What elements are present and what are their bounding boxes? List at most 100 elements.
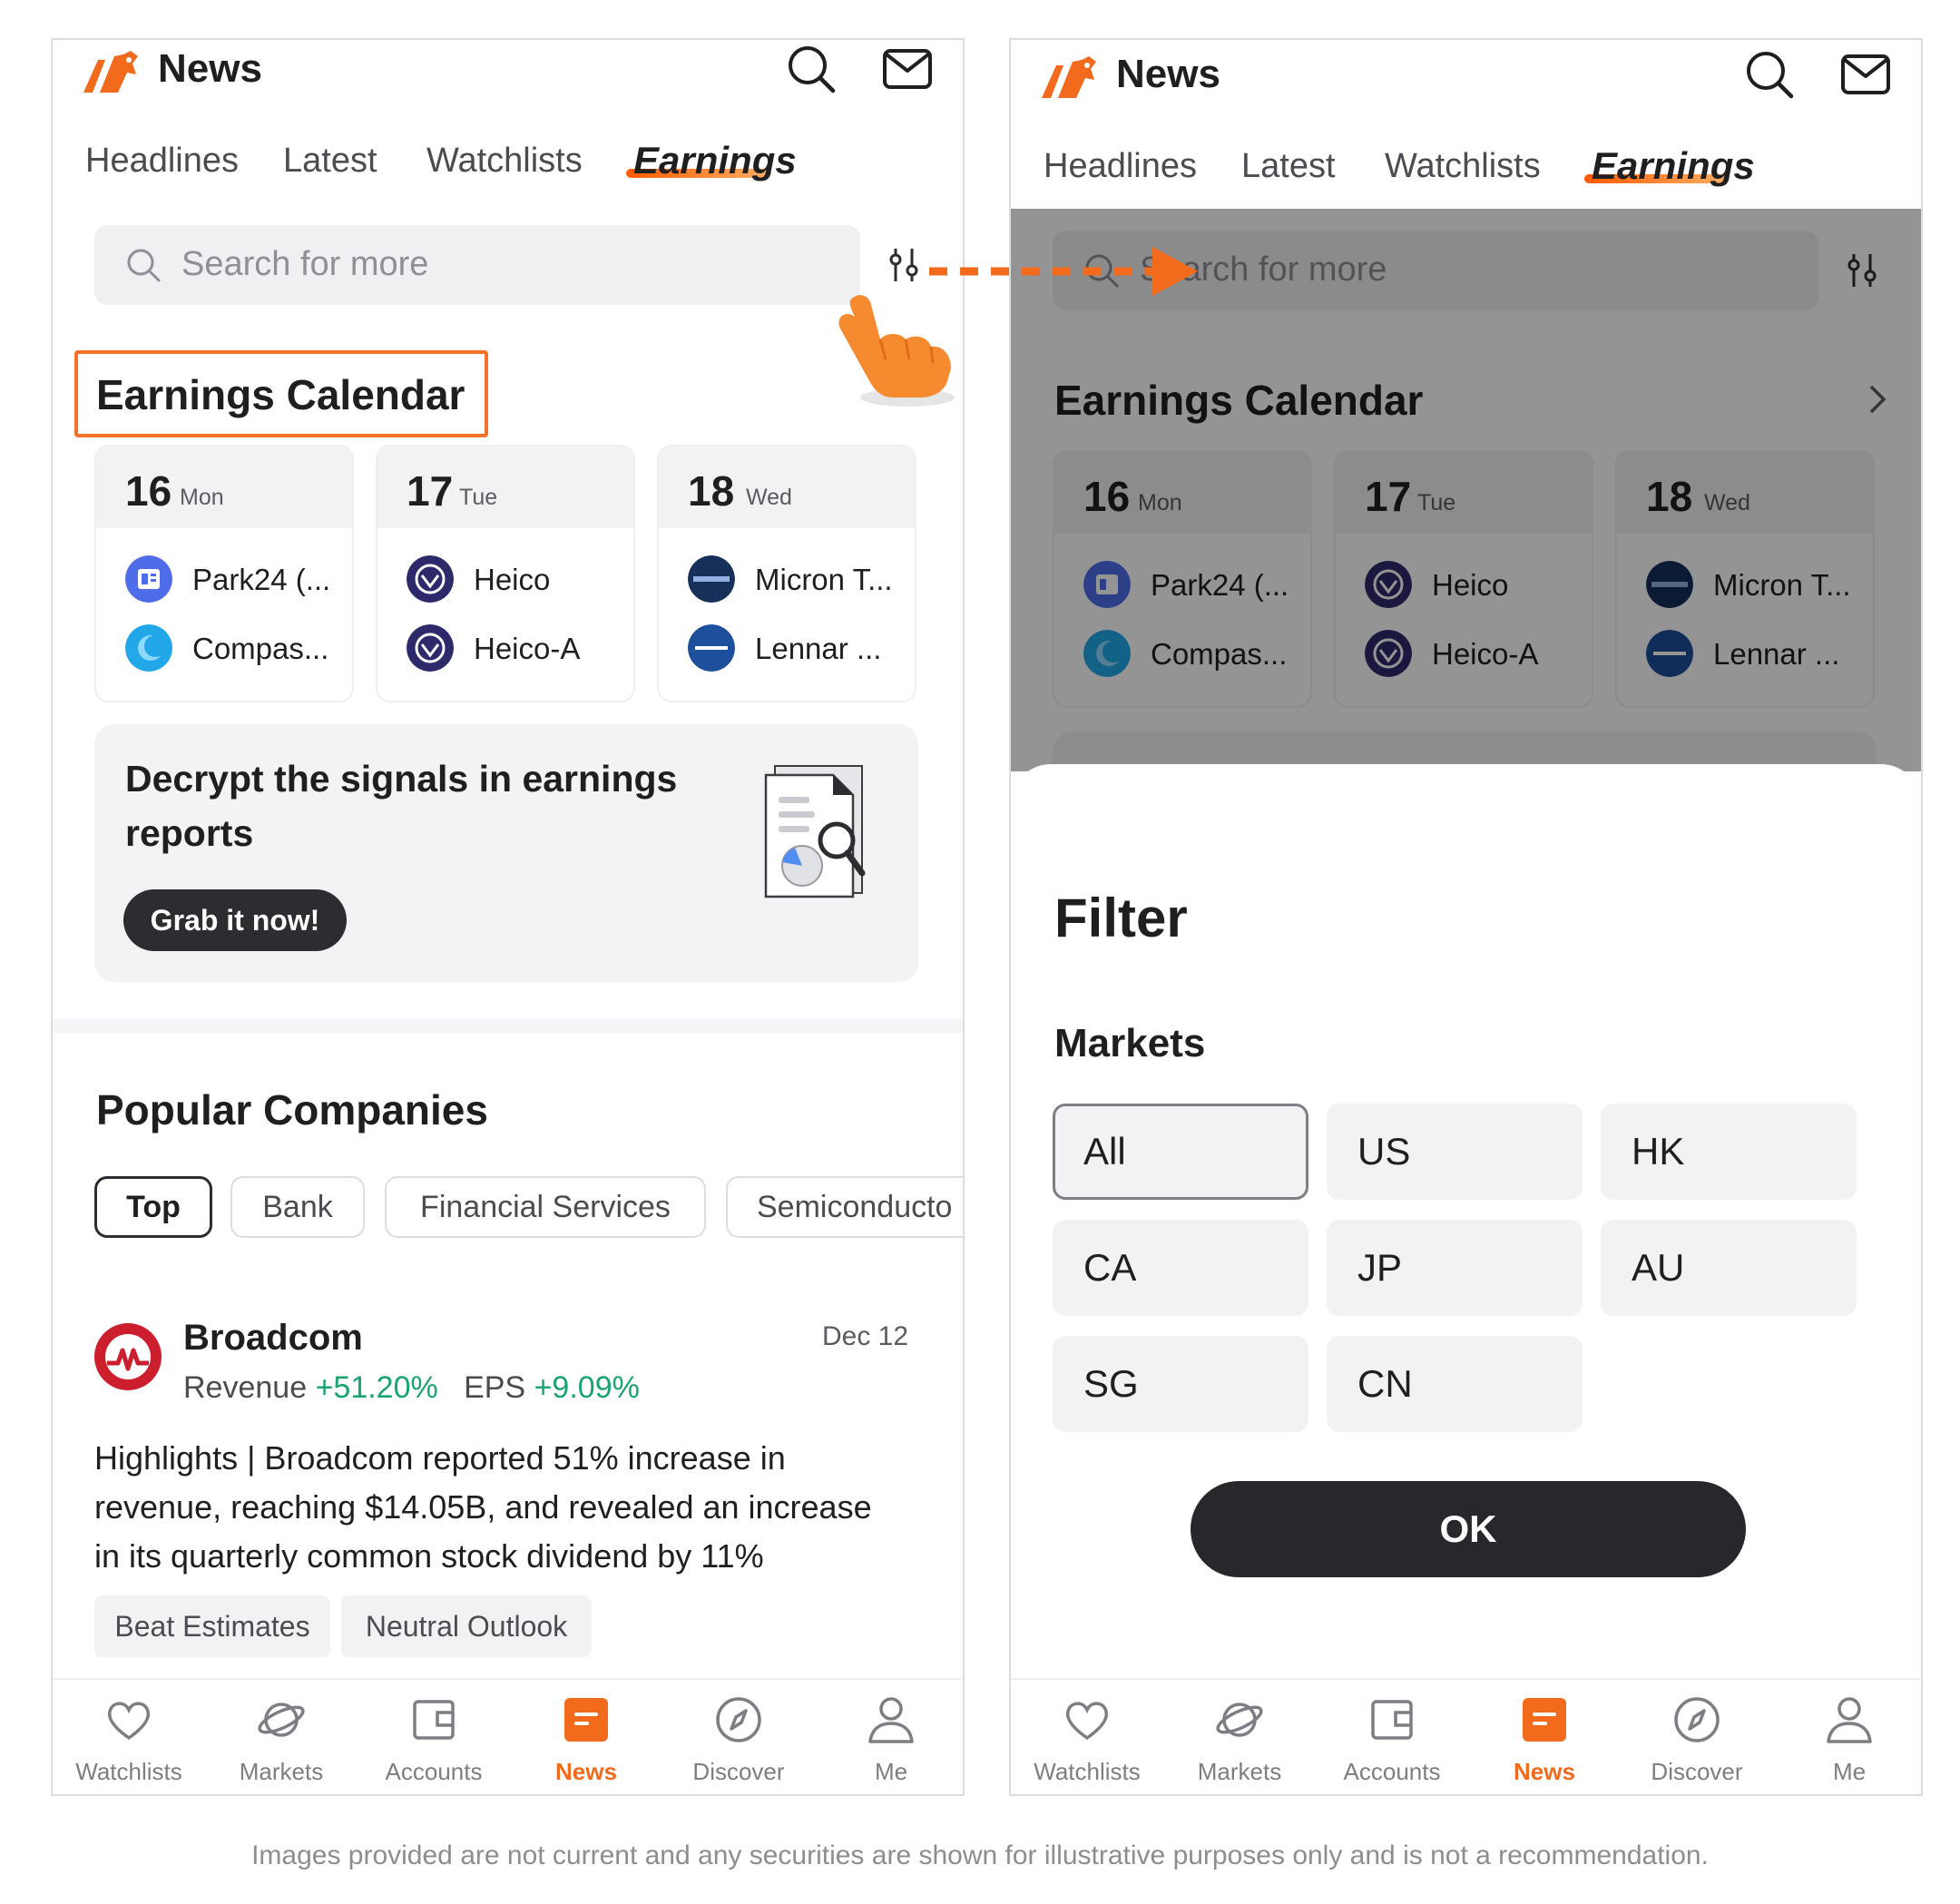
company-name: Compas... — [192, 632, 329, 665]
promo-line-2: reports — [125, 812, 254, 854]
day-number: 16 — [125, 467, 172, 515]
nav-me[interactable]: Me — [1773, 1689, 1921, 1789]
compass-icon — [1674, 1697, 1720, 1742]
chip-financial-services[interactable]: Financial Services — [385, 1176, 706, 1238]
nav-accounts[interactable]: Accounts — [1316, 1689, 1468, 1789]
nav-accounts[interactable]: Accounts — [358, 1689, 510, 1789]
nav-label: News — [555, 1758, 617, 1785]
news-body[interactable]: Highlights | Broadcom reported 51% incre… — [94, 1434, 929, 1581]
market-option-all[interactable]: All — [1053, 1104, 1308, 1200]
broadcom-logo-icon — [94, 1323, 162, 1390]
news-company-name[interactable]: Broadcom — [183, 1320, 363, 1356]
market-option-us[interactable]: US — [1327, 1104, 1583, 1200]
heico-logo-icon — [407, 555, 454, 603]
app-title: News — [1116, 52, 1220, 96]
nav-label: Watchlists — [75, 1758, 182, 1785]
search-icon — [127, 249, 161, 282]
chip-semiconductor[interactable]: Semiconducto — [726, 1176, 963, 1238]
micron-logo-icon — [688, 555, 735, 603]
search-bar[interactable]: Search for more — [94, 225, 860, 305]
news-icon — [564, 1698, 608, 1742]
promo-card[interactable]: Decrypt the signals in earnings reports … — [94, 724, 918, 982]
market-option-jp[interactable]: JP — [1327, 1220, 1583, 1316]
day-number: 18 — [688, 467, 735, 515]
heico-a-logo-icon — [407, 624, 454, 672]
grab-it-now-button[interactable]: Grab it now! — [123, 889, 347, 951]
market-option-au[interactable]: AU — [1601, 1220, 1857, 1316]
news-body-line: Highlights | Broadcom reported 51% incre… — [94, 1439, 786, 1477]
market-option-sg[interactable]: SG — [1053, 1336, 1308, 1432]
nav-label: Markets — [1197, 1758, 1282, 1785]
left-screen: News Headlines Latest Watchlists Earning… — [51, 38, 965, 1796]
tab-headlines[interactable]: Headlines — [85, 143, 239, 178]
compass-icon — [716, 1697, 761, 1742]
day-number: 17 — [407, 467, 454, 515]
disclaimer-text: Images provided are not current and any … — [251, 1840, 1709, 1870]
nav-label: Accounts — [385, 1758, 483, 1785]
news-date: Dec 12 — [822, 1321, 909, 1351]
app-title: News — [158, 46, 262, 91]
nav-markets[interactable]: Markets — [1163, 1689, 1316, 1789]
nav-news[interactable]: News — [1468, 1689, 1621, 1789]
tab-earnings[interactable]: Earnings — [633, 142, 797, 180]
earnings-calendar-title[interactable]: Earnings Calendar — [96, 374, 465, 416]
tap-hand-icon — [838, 295, 955, 407]
filter-title: Filter — [1054, 888, 1188, 948]
tab-watchlists[interactable]: Watchlists — [1385, 149, 1541, 183]
mail-icon[interactable] — [1840, 49, 1891, 100]
eps-label: EPS — [464, 1370, 526, 1405]
filter-sheet: Filter Markets All US HK CA JP AU SG CN … — [1011, 764, 1921, 1679]
nav-label: News — [1514, 1758, 1575, 1785]
calendar-day-16[interactable]: 16 Mon Park24 (... Compas... — [94, 445, 354, 702]
news-body-line: revenue, reaching $14.05B, and revealed … — [94, 1488, 872, 1526]
nav-watchlists[interactable]: Watchlists — [53, 1689, 205, 1789]
nav-markets[interactable]: Markets — [205, 1689, 358, 1789]
calendar-day-18[interactable]: 18 Wed Micron T... Lennar ... — [657, 445, 916, 702]
company-name: Heico — [474, 563, 551, 596]
compass-logo-icon — [125, 624, 172, 672]
chip-top[interactable]: Top — [94, 1176, 212, 1238]
transition-arrow-icon — [929, 247, 1198, 296]
search-icon[interactable] — [786, 44, 837, 94]
mail-icon[interactable] — [882, 44, 933, 94]
market-option-ca[interactable]: CA — [1053, 1220, 1308, 1316]
calendar-day-17[interactable]: 17 Tue Heico Heico-A — [376, 445, 635, 702]
tab-watchlists[interactable]: Watchlists — [426, 143, 583, 178]
nav-label: Discover — [692, 1758, 785, 1785]
app-logo-icon — [1042, 56, 1096, 98]
nav-news[interactable]: News — [510, 1689, 662, 1789]
company-name: Lennar ... — [755, 632, 882, 665]
nav-label: Watchlists — [1034, 1758, 1141, 1785]
day-header: 17 Tue — [377, 447, 633, 528]
eps-value: +9.09% — [534, 1370, 640, 1405]
nav-watchlists[interactable]: Watchlists — [1011, 1689, 1163, 1789]
search-placeholder: Search for more — [181, 245, 429, 283]
tag-neutral-outlook[interactable]: Neutral Outlook — [341, 1595, 592, 1657]
tab-headlines[interactable]: Headlines — [1044, 149, 1197, 183]
search-icon[interactable] — [1744, 49, 1795, 100]
tab-earnings[interactable]: Earnings — [1592, 147, 1755, 185]
planet-icon — [1216, 1703, 1263, 1737]
revenue-label: Revenue — [183, 1370, 308, 1405]
user-icon — [868, 1697, 914, 1743]
wallet-icon — [413, 1700, 455, 1740]
ok-button[interactable]: OK — [1191, 1481, 1746, 1577]
nav-discover[interactable]: Discover — [1621, 1689, 1773, 1789]
day-name: Mon — [180, 485, 224, 510]
nav-discover[interactable]: Discover — [662, 1689, 815, 1789]
tab-latest[interactable]: Latest — [1241, 149, 1336, 183]
section-divider — [53, 1018, 963, 1033]
popular-companies-title: Popular Companies — [96, 1086, 488, 1134]
news-icon — [1523, 1698, 1566, 1742]
markets-label: Markets — [1054, 1021, 1206, 1065]
tag-beat-estimates[interactable]: Beat Estimates — [94, 1595, 330, 1657]
filter-icon[interactable] — [886, 245, 922, 285]
news-metrics: Revenue +51.20% EPS +9.09% — [183, 1372, 640, 1403]
tab-latest[interactable]: Latest — [283, 143, 377, 178]
planet-icon — [258, 1703, 305, 1737]
chip-bank[interactable]: Bank — [230, 1176, 365, 1238]
nav-me[interactable]: Me — [815, 1689, 963, 1789]
nav-label: Markets — [239, 1758, 324, 1785]
market-option-hk[interactable]: HK — [1601, 1104, 1857, 1200]
market-option-cn[interactable]: CN — [1327, 1336, 1583, 1432]
